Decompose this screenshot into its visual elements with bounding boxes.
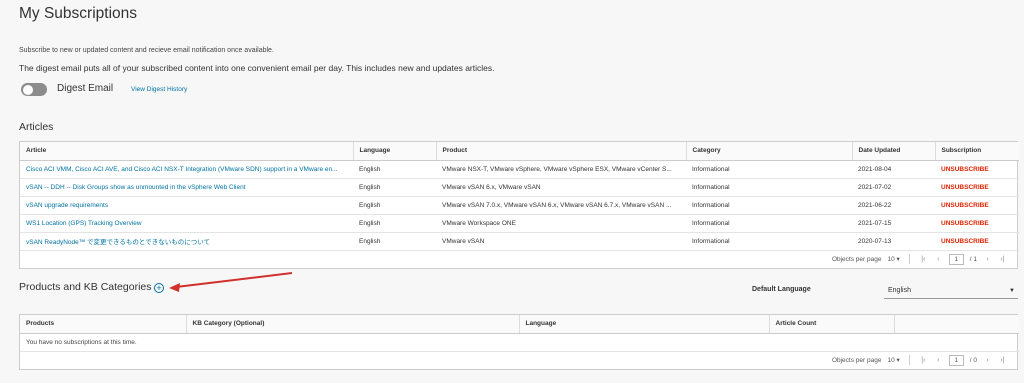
article-category: Informational bbox=[686, 196, 852, 215]
products-title: Products and KB Categories bbox=[19, 281, 152, 293]
default-language-value: English bbox=[888, 287, 911, 294]
unsubscribe-button[interactable]: UNSUBSCRIBE bbox=[935, 178, 1019, 197]
column-header-article-count[interactable]: Article Count bbox=[769, 315, 895, 334]
unsubscribe-button[interactable]: UNSUBSCRIBE bbox=[935, 232, 1019, 251]
next-page-icon[interactable]: › bbox=[983, 256, 992, 263]
first-page-icon[interactable]: |‹ bbox=[919, 256, 928, 263]
article-language: English bbox=[353, 232, 436, 251]
article-category: Informational bbox=[686, 232, 852, 251]
column-header-language[interactable]: Language bbox=[519, 315, 770, 334]
unsubscribe-button[interactable]: UNSUBSCRIBE bbox=[935, 214, 1019, 233]
column-header-product[interactable]: Product bbox=[436, 142, 687, 161]
first-page-icon[interactable]: |‹ bbox=[919, 357, 928, 364]
digest-label: Digest Email bbox=[57, 83, 114, 94]
divider bbox=[908, 254, 910, 264]
column-header-date-updated[interactable]: Date Updated bbox=[852, 142, 936, 161]
objects-per-page-label: Objects per page bbox=[831, 255, 882, 263]
objects-per-page-label: Objects per page bbox=[831, 356, 882, 364]
table-row: vSAN upgrade requirements English VMware… bbox=[20, 196, 1019, 215]
column-header-article[interactable]: Article bbox=[20, 142, 354, 161]
plus-circle-icon[interactable]: + bbox=[154, 283, 164, 293]
article-link[interactable]: vSAN upgrade requirements bbox=[20, 196, 353, 215]
article-link[interactable]: vSAN -- DDH -- Disk Groups show as unmou… bbox=[20, 178, 353, 197]
chevron-down-icon: ▼ bbox=[1009, 288, 1015, 294]
table-row: vSAN ReadyNode™ で変更できるものとできないものについて Engl… bbox=[20, 232, 1019, 251]
article-product: VMware vSAN bbox=[436, 232, 686, 251]
table-row: WS1 Location (GPS) Tracking Overview Eng… bbox=[20, 214, 1019, 233]
article-link[interactable]: WS1 Location (GPS) Tracking Overview bbox=[20, 214, 353, 233]
products-header-row: Products KB Category (Optional) Language… bbox=[20, 315, 1019, 334]
article-category: Informational bbox=[686, 214, 852, 233]
article-product: VMware vSAN 6.x, VMware vSAN bbox=[436, 178, 686, 197]
article-category: Informational bbox=[686, 178, 852, 197]
default-language-label: Default Language bbox=[752, 286, 811, 293]
default-language-select[interactable]: English ▼ bbox=[884, 283, 1018, 299]
page-number-input[interactable]: 1 bbox=[948, 253, 964, 265]
table-row: Cisco ACI VMM, Cisco ACI AVE, and Cisco … bbox=[20, 160, 1019, 179]
intro-text: Subscribe to new or updated content and … bbox=[19, 47, 274, 54]
page-number-input[interactable]: 1 bbox=[948, 354, 964, 366]
article-link[interactable]: Cisco ACI VMM, Cisco ACI AVE, and Cisco … bbox=[20, 160, 353, 179]
article-date: 2021-07-02 bbox=[852, 178, 935, 197]
articles-title: Articles bbox=[19, 121, 54, 133]
article-date: 2021-07-15 bbox=[852, 214, 935, 233]
divider bbox=[908, 355, 910, 365]
article-language: English bbox=[353, 160, 436, 179]
prev-page-icon[interactable]: ‹ bbox=[934, 357, 943, 364]
page-title: My Subscriptions bbox=[19, 5, 138, 22]
column-header-products[interactable]: Products bbox=[20, 315, 187, 334]
digest-description: The digest email puts all of your subscr… bbox=[19, 63, 495, 73]
next-page-icon[interactable]: › bbox=[983, 357, 992, 364]
empty-message: You have no subscriptions at this time. bbox=[20, 333, 1019, 352]
article-product: VMware vSAN 7.0.x, VMware vSAN 6.x, VMwa… bbox=[436, 196, 686, 215]
total-pages: / 1 bbox=[969, 255, 977, 263]
column-header-actions bbox=[894, 315, 1019, 334]
toggle-knob bbox=[23, 84, 33, 95]
article-language: English bbox=[353, 196, 436, 215]
column-header-language[interactable]: Language bbox=[353, 142, 437, 161]
total-pages: / 0 bbox=[969, 356, 977, 364]
article-date: 2020-07-13 bbox=[852, 232, 935, 251]
objects-per-page-select[interactable]: 10 ▾ bbox=[887, 356, 899, 364]
article-product: VMware Workspace ONE bbox=[436, 214, 686, 233]
article-date: 2021-06-22 bbox=[852, 196, 935, 215]
last-page-icon[interactable]: ›| bbox=[998, 357, 1007, 364]
article-date: 2021-08-04 bbox=[852, 160, 935, 179]
view-digest-history-link[interactable]: View Digest History bbox=[131, 86, 187, 93]
objects-per-page-select[interactable]: 10 ▾ bbox=[887, 255, 899, 263]
column-header-subscription[interactable]: Subscription bbox=[935, 142, 1019, 161]
articles-header-row: Article Language Product Category Date U… bbox=[20, 142, 1019, 161]
articles-pagination: Objects per page 10 ▾ |‹ ‹ 1 / 1 › ›| bbox=[20, 251, 1017, 268]
products-grid: Products KB Category (Optional) Language… bbox=[19, 314, 1019, 370]
empty-row: You have no subscriptions at this time. bbox=[20, 333, 1019, 352]
table-row: vSAN -- DDH -- Disk Groups show as unmou… bbox=[20, 178, 1019, 197]
last-page-icon[interactable]: ›| bbox=[998, 256, 1007, 263]
article-link[interactable]: vSAN ReadyNode™ で変更できるものとできないものについて bbox=[20, 232, 353, 251]
article-language: English bbox=[353, 178, 436, 197]
products-pagination: Objects per page 10 ▾ |‹ ‹ 1 / 0 › ›| bbox=[20, 352, 1017, 369]
prev-page-icon[interactable]: ‹ bbox=[934, 256, 943, 263]
digest-toggle[interactable] bbox=[21, 83, 47, 96]
unsubscribe-button[interactable]: UNSUBSCRIBE bbox=[935, 160, 1019, 179]
unsubscribe-button[interactable]: UNSUBSCRIBE bbox=[935, 196, 1019, 215]
article-language: English bbox=[353, 214, 436, 233]
column-header-kb-category[interactable]: KB Category (Optional) bbox=[186, 315, 520, 334]
column-header-category[interactable]: Category bbox=[686, 142, 853, 161]
articles-grid: Article Language Product Category Date U… bbox=[19, 141, 1019, 269]
article-category: Informational bbox=[686, 160, 852, 179]
article-product: VMware NSX-T, VMware vSphere, VMware vSp… bbox=[436, 160, 686, 179]
